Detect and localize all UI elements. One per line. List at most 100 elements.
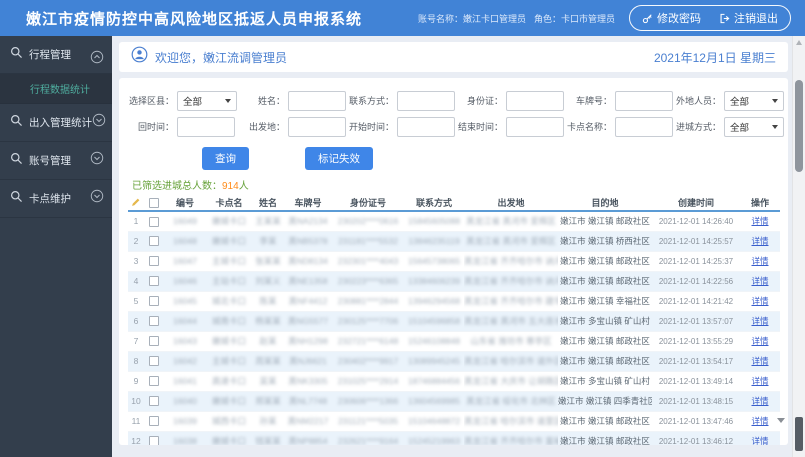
scrollbar-thumb[interactable]	[795, 80, 803, 172]
sidebar-item[interactable]: 出入管理统计	[0, 104, 112, 142]
cell-operation: 详情	[740, 291, 780, 311]
cell-idcard: 231121****5035	[332, 411, 404, 431]
cell-text: 230223****6365	[337, 276, 399, 286]
row-checkbox[interactable]	[149, 256, 159, 267]
cell-created: 2021-12-01 13:57:07	[652, 311, 740, 331]
table-row: 11 16039 城西卡口 孙某 黑NM2217 231121****5035 15104…	[128, 411, 780, 431]
row-checkbox[interactable]	[149, 416, 159, 427]
filter-input[interactable]	[177, 116, 235, 137]
detail-link[interactable]: 详情	[751, 316, 768, 326]
cell-text: 陈某	[259, 296, 277, 306]
cell-origin: 黑龙江省 齐齐哈尔市 富裕县	[464, 431, 558, 445]
filter-input[interactable]	[288, 116, 346, 137]
cell-text: 孙某	[259, 416, 277, 426]
row-checkbox[interactable]	[149, 316, 159, 327]
cell-created: 2021-12-01 14:26:40	[652, 211, 740, 231]
cell-checkpoint: 城南卡口	[206, 311, 252, 331]
sidebar-subitem[interactable]: 行程数据统计	[0, 74, 112, 104]
chevron-down-icon	[225, 98, 231, 103]
filter-input[interactable]	[397, 90, 455, 111]
filter-field: 外地人员： 全部	[675, 90, 784, 111]
cell-text: 城西卡口	[211, 416, 246, 426]
row-checkbox[interactable]	[149, 356, 159, 367]
cell-text: 232721****6148	[337, 336, 399, 346]
cell-plate: 黑NF4412	[284, 291, 332, 311]
table-row: 9 16041 高速卡口 吴某 黑NK3305 231025****2914 187468…	[128, 371, 780, 391]
cell-plate: 黑NE1358	[284, 271, 332, 291]
cell-text: 黑龙江省 黑河市 五大连池市	[464, 316, 558, 326]
summary-unit: 人	[238, 181, 249, 192]
change-password-button[interactable]: 修改密码	[642, 10, 701, 26]
cell-plate: 黑NJ6621	[284, 351, 332, 371]
filter-select[interactable]: 全部	[724, 90, 784, 111]
cell-text: 高速卡口	[211, 376, 246, 386]
scrollbar-bottom-segment[interactable]	[795, 417, 803, 451]
query-button[interactable]: 查询	[202, 147, 249, 170]
detail-link[interactable]: 详情	[751, 216, 768, 226]
scrollbar-up-icon[interactable]	[796, 40, 802, 45]
filter-input[interactable]	[615, 90, 673, 111]
table-scroll-down-icon[interactable]	[777, 418, 785, 423]
select-all-checkbox[interactable]	[149, 197, 159, 208]
filter-field: 回时间：	[128, 116, 237, 137]
detail-link[interactable]: 详情	[751, 336, 768, 346]
app-window: 嫩江市疫情防控中高风险地区抵返人员申报系统 账号名称：嫩江卡口管理员 角色：卡口…	[0, 0, 805, 457]
row-checkbox[interactable]	[149, 336, 159, 347]
row-checkbox[interactable]	[149, 296, 159, 307]
cell-idcard: 232621****9164	[332, 431, 404, 445]
detail-link[interactable]: 详情	[751, 356, 768, 366]
row-checkbox[interactable]	[149, 376, 159, 387]
key-icon	[642, 13, 653, 24]
cell-text: 16042	[173, 356, 197, 366]
filter-input[interactable]	[397, 116, 455, 137]
detail-link[interactable]: 详情	[751, 236, 768, 246]
cell-text: 黑NL7748	[288, 396, 328, 406]
detail-link[interactable]: 详情	[751, 376, 768, 386]
table-header-row: 编号 卡点名 姓名 车牌号 身份证号 联系方式 出发地 目的地 创建时间 操作	[128, 195, 780, 211]
page-scrollbar[interactable]	[792, 36, 805, 457]
column-header: 操作	[750, 198, 769, 208]
row-number: 9	[133, 376, 139, 386]
row-checkbox[interactable]	[149, 216, 159, 227]
sidebar-item[interactable]: 卡点维护	[0, 180, 112, 218]
sidebar-item[interactable]: 账号管理	[0, 142, 112, 180]
detail-link[interactable]: 详情	[751, 396, 768, 406]
filter-select[interactable]: 全部	[724, 116, 784, 137]
logout-button[interactable]: 注销退出	[719, 10, 778, 26]
row-checkbox[interactable]	[149, 436, 159, 445]
mark-invalid-button[interactable]: 标记失效	[305, 147, 373, 170]
cell-destination: 嫩江市 嫩江镇 邮政社区	[558, 431, 652, 445]
cell-checkpoint: 嫩城卡口	[206, 391, 252, 411]
filter-select[interactable]: 全部	[177, 90, 237, 111]
row-number: 5	[133, 296, 139, 306]
filter-field: 结束时间：	[457, 116, 564, 137]
filter-input[interactable]	[506, 90, 564, 111]
cell-num: 16046	[164, 271, 206, 291]
chevron-icon	[90, 189, 104, 208]
detail-link[interactable]: 详情	[751, 276, 768, 286]
logout-icon	[719, 13, 730, 24]
cell-text: 16041	[173, 376, 197, 386]
cell-operation: 详情	[740, 271, 780, 291]
cell-phone: 13846235119	[404, 231, 464, 251]
detail-link[interactable]: 详情	[751, 416, 768, 426]
cell-num: 16038	[164, 431, 206, 445]
detail-link[interactable]: 详情	[751, 296, 768, 306]
sidebar-item[interactable]: 行程管理	[0, 36, 112, 74]
cell-text: 13946294568	[407, 296, 460, 306]
row-checkbox[interactable]	[149, 276, 159, 287]
filter-input[interactable]	[506, 116, 564, 137]
filter-input[interactable]	[288, 90, 346, 111]
row-checkbox[interactable]	[149, 236, 159, 247]
row-checkbox[interactable]	[149, 396, 159, 407]
table-row: 8 16042 主城卡口 周某某 黑NJ6621 230402****9917 13089…	[128, 351, 780, 371]
filter-label: 出发地：	[248, 122, 285, 132]
cell-operation: 详情	[740, 431, 780, 445]
cell-operation: 详情	[740, 391, 780, 411]
cell-text: 16039	[173, 416, 197, 426]
cell-origin: 黑龙江省 绥化市 北林区	[464, 391, 558, 411]
cell-text: 16047	[173, 256, 197, 266]
detail-link[interactable]: 详情	[751, 436, 768, 445]
detail-link[interactable]: 详情	[751, 256, 768, 266]
filter-input[interactable]	[615, 116, 673, 137]
